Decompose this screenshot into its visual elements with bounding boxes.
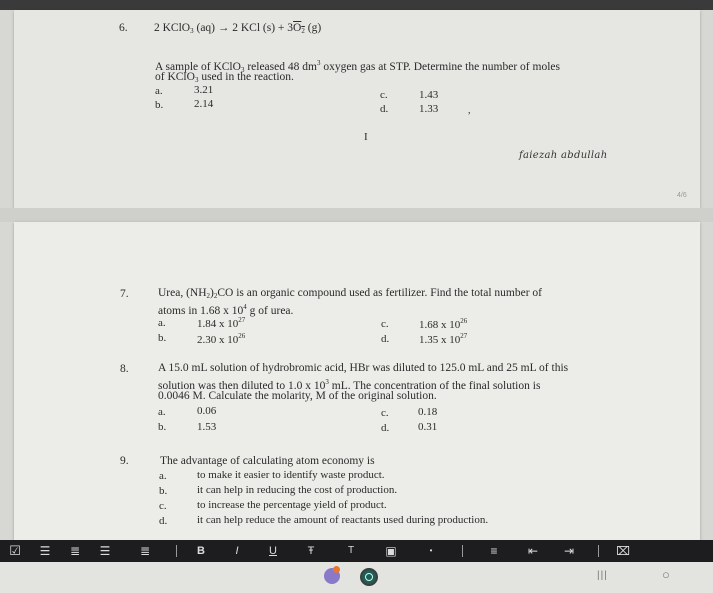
option-value: it can help in reducing the cost of prod… xyxy=(197,484,398,496)
align-dropdown-icon[interactable]: ≡ xyxy=(480,540,508,562)
option-letter: c. xyxy=(381,407,389,419)
option-value: 0.18 xyxy=(418,406,438,418)
more-dot-icon[interactable]: • xyxy=(424,540,438,562)
question-6-equation: 2 KClO3 (aq) → 2 KCl (s) + 3O2 (g) xyxy=(154,22,322,35)
option-value: 1.35 x 1027 xyxy=(419,332,468,346)
bullet-list-icon[interactable]: ☰ xyxy=(36,540,54,562)
stray-mark: , xyxy=(468,105,471,116)
option-value: 0.06 xyxy=(197,405,217,417)
option-value: 2.30 x 1026 xyxy=(197,332,246,346)
bold-button[interactable]: B xyxy=(192,540,210,562)
option-letter: a. xyxy=(158,317,166,329)
option-letter: c. xyxy=(380,89,388,101)
top-bar xyxy=(0,0,713,10)
numbered-list-icon[interactable]: ≣ xyxy=(66,540,84,562)
question-9-text: The advantage of calculating atom econom… xyxy=(160,455,375,467)
option-value: 1.53 xyxy=(197,421,217,433)
question-8-number: 8. xyxy=(120,363,129,375)
option-letter: b. xyxy=(155,99,164,111)
option-value: 1.33 xyxy=(419,103,439,115)
option-letter: b. xyxy=(159,485,168,497)
option-letter: a. xyxy=(158,406,166,418)
app-icon-left[interactable] xyxy=(324,566,340,584)
strikethrough-button[interactable]: Ŧ xyxy=(302,540,320,562)
checklist-icon[interactable]: ☰ xyxy=(96,540,114,562)
option-letter: d. xyxy=(159,515,168,527)
option-value: 1.84 x 1027 xyxy=(197,316,246,330)
option-letter: d. xyxy=(380,103,389,115)
option-letter: d. xyxy=(381,333,390,345)
document-page-2: 7. Urea, (NH2)2CO is an organic compound… xyxy=(14,222,700,540)
option-letter: b. xyxy=(158,421,167,433)
option-value: 3.21 xyxy=(194,84,214,96)
question-8-text-line3: 0.0046 M. Calculate the molarity, M of t… xyxy=(158,390,437,402)
page-number: 4/6 xyxy=(677,192,687,199)
app-icon-right[interactable] xyxy=(360,568,378,586)
toolbar-divider xyxy=(176,545,177,557)
document-page-1: 6. 2 KClO3 (aq) → 2 KCl (s) + 3O2 (g) A … xyxy=(14,10,700,208)
question-8-text-line1: A 15.0 mL solution of hydrobromic acid, … xyxy=(158,362,569,374)
formatting-toolbar: ☑ ☰ ≣ ☰ ≣ B I U Ŧ T ▣ • ≡ ⇤ ⇥ ⌧ xyxy=(0,540,713,562)
page-gap xyxy=(0,208,713,222)
option-letter: c. xyxy=(159,500,167,512)
toolbar-divider xyxy=(598,545,599,557)
list-icon[interactable]: ≣ xyxy=(136,540,154,562)
question-9-number: 9. xyxy=(120,455,129,467)
italic-button[interactable]: I xyxy=(228,540,246,562)
text-cursor: I xyxy=(364,131,368,143)
underline-button[interactable]: U xyxy=(264,540,282,562)
oxygen-formula: O2 xyxy=(293,22,305,35)
camera-icon xyxy=(365,573,373,581)
notification-dot-icon xyxy=(333,566,340,573)
text-size-button[interactable]: T xyxy=(342,540,360,562)
question-6-text-line2: of KClO3 used in the reaction. xyxy=(155,71,294,84)
home-button[interactable]: ○ xyxy=(662,567,670,582)
option-value: 1.43 xyxy=(419,89,439,101)
handwritten-signature: faiezah abdullah xyxy=(519,150,608,161)
option-letter: a. xyxy=(155,85,163,97)
clear-format-icon[interactable]: ⌧ xyxy=(614,540,632,562)
option-letter: a. xyxy=(159,470,167,482)
option-value: 2.14 xyxy=(194,98,214,110)
option-value: to make it easier to identify waste prod… xyxy=(197,469,385,481)
question-6-number: 6. xyxy=(119,22,128,34)
recents-button[interactable]: ||| xyxy=(597,570,608,581)
indent-right-icon[interactable]: ⇥ xyxy=(560,540,578,562)
option-value: 0.31 xyxy=(418,421,438,433)
option-letter: b. xyxy=(158,332,167,344)
option-letter: c. xyxy=(381,318,389,330)
text-color-icon[interactable]: ▣ xyxy=(382,540,400,562)
system-navigation-bar: ||| ○ xyxy=(0,562,713,593)
question-7-number: 7. xyxy=(120,288,129,300)
option-letter: d. xyxy=(381,422,390,434)
option-value: 1.68 x 1026 xyxy=(419,317,468,331)
option-value: it can help reduce the amount of reactan… xyxy=(197,514,489,526)
option-value: to increase the percentage yield of prod… xyxy=(197,499,387,511)
toolbar-divider xyxy=(462,545,463,557)
indent-left-icon[interactable]: ⇤ xyxy=(524,540,542,562)
checkbox-icon[interactable]: ☑ xyxy=(6,540,24,562)
